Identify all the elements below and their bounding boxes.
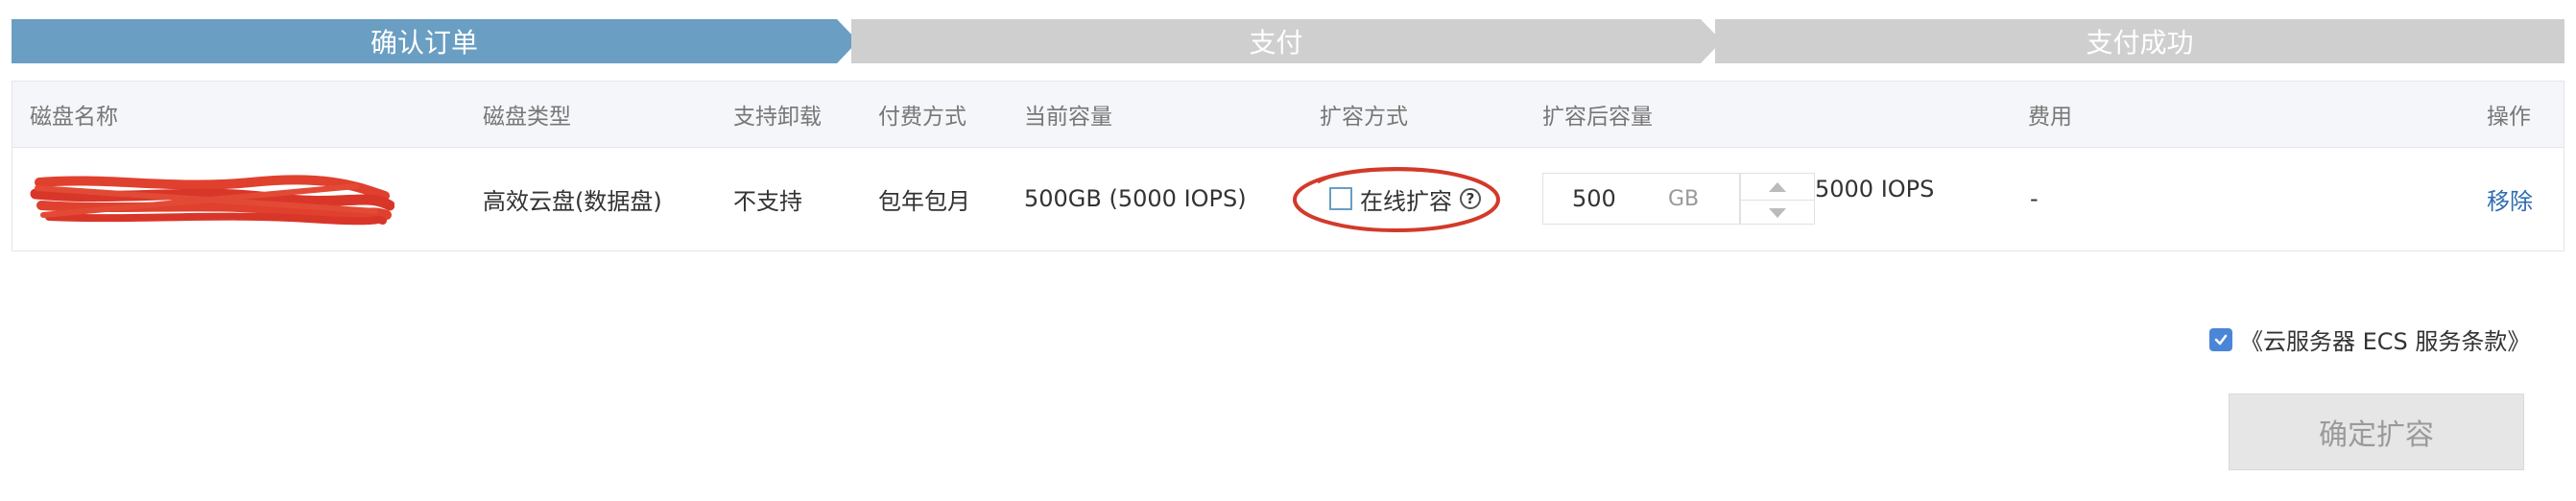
expand-disk-table: 磁盘名称 磁盘类型 支持卸载 付费方式 当前容量 扩容方式 扩容后容量 费用 操… bbox=[12, 81, 2564, 251]
remove-link[interactable]: 移除 bbox=[2487, 148, 2533, 250]
capacity-value[interactable]: 500 bbox=[1543, 185, 1668, 212]
decrement-button[interactable] bbox=[1741, 200, 1814, 226]
header-fee: 费用 bbox=[2028, 105, 2072, 130]
current-capacity-cell: 500GB (5000 IOPS) bbox=[1024, 185, 1247, 212]
detach-cell: 不支持 bbox=[733, 187, 802, 215]
header-billing: 付费方式 bbox=[878, 105, 966, 130]
step-confirm-order: 确认订单 bbox=[12, 19, 837, 63]
capacity-stepper[interactable] bbox=[1740, 173, 1815, 225]
help-icon[interactable]: ? bbox=[1460, 188, 1481, 209]
check-icon bbox=[2214, 334, 2228, 345]
header-action: 操作 bbox=[2487, 105, 2531, 130]
agreement-checkbox[interactable] bbox=[2209, 327, 2232, 351]
billing-cell: 包年包月 bbox=[878, 187, 970, 215]
iops-after-cell: 5000 IOPS bbox=[1815, 176, 1935, 203]
capacity-unit: GB bbox=[1668, 186, 1700, 211]
step-label: 支付 bbox=[1249, 27, 1303, 59]
progress-steps: 确认订单 支付 支付成功 bbox=[12, 19, 2564, 63]
confirm-expand-button[interactable]: 确定扩容 bbox=[2229, 394, 2524, 470]
agreement-row[interactable]: 《云服务器 ECS 服务条款》 bbox=[2209, 322, 2530, 356]
step-notch-icon bbox=[851, 19, 856, 63]
step-label: 确认订单 bbox=[370, 27, 478, 59]
online-expand-option[interactable]: 在线扩容 ? bbox=[1329, 148, 1481, 250]
caret-up-icon bbox=[1769, 181, 1786, 192]
step-payment-success: 支付成功 bbox=[1715, 19, 2564, 63]
header-detach: 支持卸载 bbox=[733, 105, 822, 130]
header-current-capacity: 当前容量 bbox=[1024, 105, 1112, 130]
step-label: 支付成功 bbox=[2086, 27, 2194, 59]
step-payment: 支付 bbox=[851, 19, 1701, 63]
header-capacity-after: 扩容后容量 bbox=[1542, 105, 1653, 130]
header-disk-name: 磁盘名称 bbox=[30, 105, 118, 130]
capacity-input[interactable]: 500 GB bbox=[1542, 173, 1740, 225]
agreement-link[interactable]: 《云服务器 ECS 服务条款》 bbox=[2240, 322, 2530, 356]
online-expand-checkbox[interactable] bbox=[1329, 187, 1352, 210]
header-disk-type: 磁盘类型 bbox=[483, 105, 571, 130]
fee-cell: - bbox=[2030, 185, 2039, 212]
increment-button[interactable] bbox=[1741, 174, 1814, 201]
caret-down-icon bbox=[1769, 207, 1786, 218]
table-header: 磁盘名称 磁盘类型 支持卸载 付费方式 当前容量 扩容方式 扩容后容量 费用 操… bbox=[12, 82, 2564, 148]
table-row: 高效云盘(数据盘) 不支持 包年包月 500GB (5000 IOPS) 在线扩… bbox=[12, 148, 2564, 250]
header-expand-method: 扩容方式 bbox=[1320, 105, 1408, 130]
redaction-scribble-icon bbox=[30, 175, 394, 226]
online-expand-label: 在线扩容 bbox=[1360, 187, 1452, 215]
disk-type-cell: 高效云盘(数据盘) bbox=[483, 187, 662, 215]
